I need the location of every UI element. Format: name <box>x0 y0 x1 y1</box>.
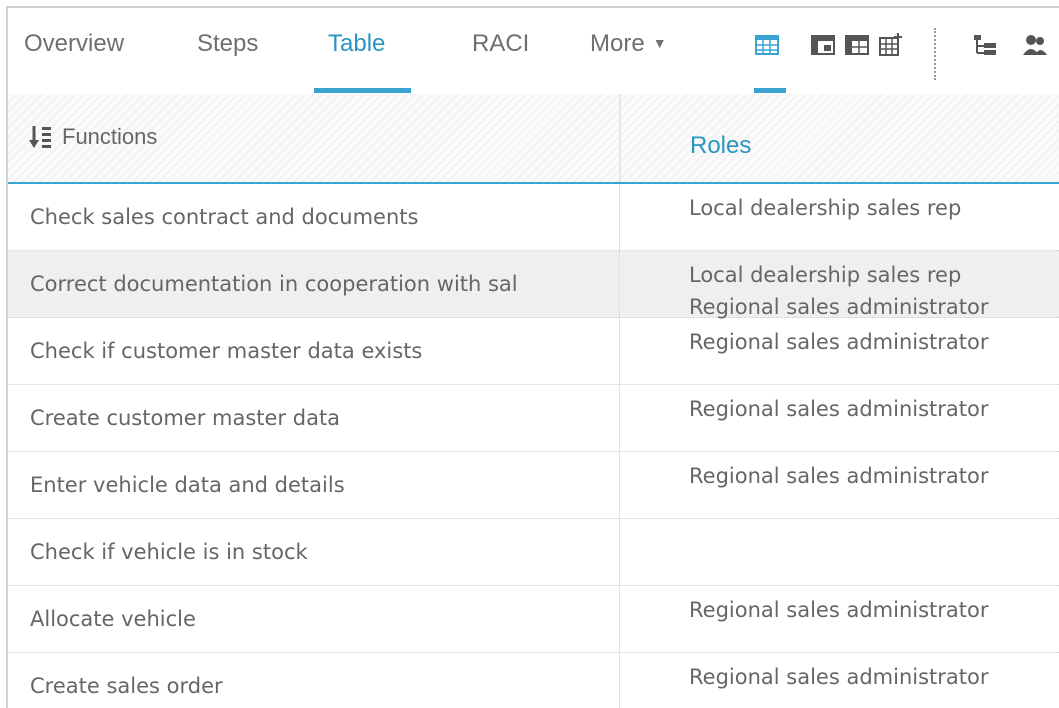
function-cell: Check if vehicle is in stock <box>30 540 308 564</box>
roles-column-header[interactable]: Roles <box>690 132 751 160</box>
toolbar-separator <box>934 28 936 80</box>
row-column-divider <box>619 452 620 519</box>
role-entry: Regional sales administrator <box>689 330 989 354</box>
tab-table[interactable]: Table <box>328 30 385 70</box>
roles-cell: Regional sales administrator <box>689 661 1059 693</box>
row-column-divider <box>619 519 620 586</box>
table-matrix-icon[interactable] <box>810 32 836 58</box>
hierarchy-icon[interactable] <box>972 32 998 58</box>
tab-overview[interactable]: Overview <box>24 30 124 70</box>
roles-cell: Regional sales administrator <box>689 326 1059 358</box>
function-cell: Create customer master data <box>30 406 341 430</box>
roles-cell: Local dealership sales rep Regional sales… <box>689 259 1059 323</box>
function-cell: Enter vehicle data and details <box>30 473 345 497</box>
table-add-icon[interactable] <box>878 32 904 58</box>
active-tab-indicator <box>314 88 411 93</box>
roles-cell: Regional sales administrator <box>689 594 1059 626</box>
role-entry: Local dealership sales rep <box>689 263 962 287</box>
functions-column-header[interactable]: Functions <box>28 124 157 150</box>
people-icon[interactable] <box>1022 32 1048 58</box>
sort-descending-icon[interactable] <box>28 124 54 150</box>
tab-steps[interactable]: Steps <box>197 30 258 70</box>
table-highlight-icon[interactable] <box>844 32 870 58</box>
column-divider <box>619 94 621 182</box>
role-entry: Regional sales administrator <box>689 665 989 689</box>
caret-down-icon: ▼ <box>652 35 667 51</box>
active-view-indicator <box>754 88 786 93</box>
function-cell: Check if customer master data exists <box>30 339 423 363</box>
tab-more[interactable]: More ▼ <box>590 30 667 70</box>
function-cell: Create sales order <box>30 674 223 698</box>
table-row[interactable]: Check sales contract and documents Local … <box>8 184 1059 251</box>
table-row[interactable]: Correct documentation in cooperation wit… <box>8 251 1059 319</box>
role-entry: Regional sales administrator <box>689 464 989 488</box>
function-cell: Allocate vehicle <box>30 607 196 631</box>
function-cell: Correct documentation in cooperation wit… <box>30 272 518 296</box>
table-view-icon[interactable] <box>754 32 780 58</box>
functions-header-label: Functions <box>62 124 158 149</box>
tab-more-label: More <box>590 30 645 57</box>
table-row[interactable]: Allocate vehicle Regional sales administr… <box>8 586 1059 653</box>
row-column-divider <box>619 318 620 385</box>
table-row[interactable]: Enter vehicle data and details Regional s… <box>8 452 1059 519</box>
roles-cell: Regional sales administrator <box>689 393 1059 425</box>
roles-cell: Local dealership sales rep <box>689 192 1059 224</box>
tab-raci[interactable]: RACI <box>472 30 529 70</box>
row-column-divider <box>619 184 620 251</box>
table-body: Check sales contract and documents Local … <box>8 184 1059 708</box>
role-entry: Regional sales administrator <box>689 598 989 622</box>
row-column-divider <box>619 586 620 653</box>
row-column-divider <box>619 251 620 318</box>
app-frame: Overview Steps Table RACI More ▼ Functio… <box>6 6 1059 708</box>
function-cell: Check sales contract and documents <box>30 205 419 229</box>
table-row[interactable]: Create customer master data Regional sale… <box>8 385 1059 452</box>
table-row[interactable]: Check if vehicle is in stock <box>8 519 1059 586</box>
table-header: Functions Roles <box>8 94 1059 184</box>
row-column-divider <box>619 385 620 452</box>
tab-bar: Overview Steps Table RACI More ▼ <box>8 8 1059 94</box>
roles-cell: Regional sales administrator <box>689 460 1059 492</box>
row-column-divider <box>619 653 620 708</box>
role-entry: Regional sales administrator <box>689 397 989 421</box>
table-row[interactable]: Check if customer master data exists Regi… <box>8 318 1059 385</box>
role-entry: Local dealership sales rep <box>689 196 962 220</box>
table-row[interactable]: Create sales order Regional sales adminis… <box>8 653 1059 708</box>
